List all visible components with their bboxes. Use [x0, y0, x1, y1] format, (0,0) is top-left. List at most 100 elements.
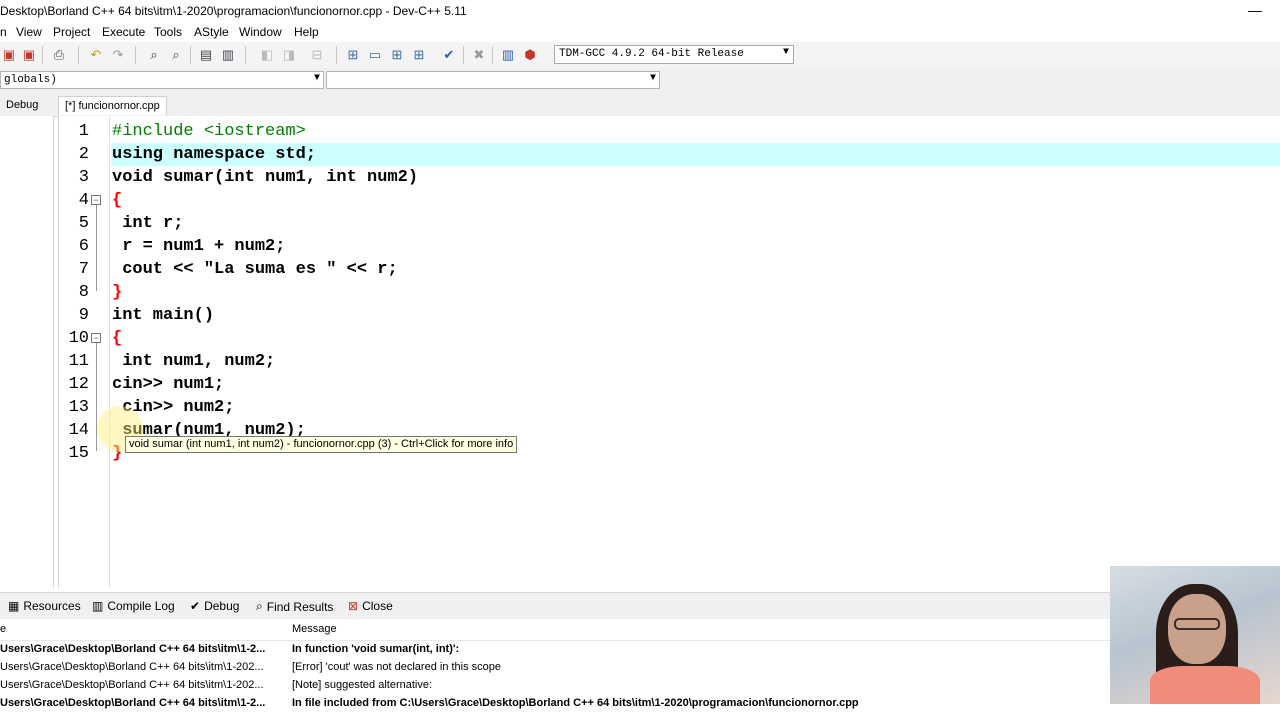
message-row[interactable]: Users\Grace\Desktop\Borland C++ 64 bits\… [0, 661, 1280, 679]
code-text: { [112, 329, 123, 348]
line-number: 5 [78, 214, 89, 233]
column-message[interactable]: Message [292, 623, 337, 635]
code-line-4: { [112, 189, 122, 212]
tab-close[interactable]: ⊠ Close [348, 599, 393, 613]
message-list-header: e Message [0, 620, 1280, 641]
find-icon[interactable]: ⌕ [145, 46, 163, 64]
toolbar-separator [42, 46, 43, 64]
compiler-select-value: TDM-GCC 4.9.2 64-bit Release [559, 48, 744, 60]
menu-window[interactable]: Window [239, 25, 282, 39]
code-line-7: cout << "La suma es " << r; [112, 258, 398, 281]
chevron-down-icon: ▼ [782, 47, 789, 58]
line-number: 14 [68, 421, 89, 440]
redo-icon[interactable]: ↷ [109, 46, 127, 64]
code-text: cout << "La suma es " << r; [112, 260, 398, 279]
menu-execute[interactable]: Execute [102, 25, 145, 39]
tab-compile-log[interactable]: ▥ Compile Log [92, 599, 175, 613]
code-hint-tooltip: void sumar (int num1, int num2) - funcio… [125, 436, 518, 453]
stop-execution-icon[interactable]: ✖ [470, 46, 488, 64]
message-row[interactable]: Users\Grace\Desktop\Borland C++ 64 bits\… [0, 697, 1280, 715]
menu-tools[interactable]: Tools [154, 25, 182, 39]
tab-label: Compile Log [107, 599, 175, 613]
unindent-icon[interactable]: ▥ [219, 46, 237, 64]
toolbar-separator [190, 46, 191, 64]
code-text: { [112, 191, 123, 210]
minimize-button[interactable]: — [1248, 2, 1262, 18]
presenter-shirt [1150, 666, 1260, 704]
message-text: In file included from C:\Users\Grace\Des… [292, 697, 859, 709]
toolbar-separator [245, 46, 246, 64]
profile-icon[interactable]: ▥ [499, 46, 517, 64]
line-number: 15 [68, 444, 89, 463]
chevron-down-icon: ▼ [649, 73, 656, 84]
bottom-panel-tabs: ▦ Resources ▥ Compile Log ✔ Debug ⌕ Find Res… [0, 592, 1280, 619]
message-file: Users\Grace\Desktop\Borland C++ 64 bits\… [0, 679, 264, 691]
scope-select[interactable]: globals) ▼ [0, 71, 324, 89]
toolbar-separator [336, 46, 337, 64]
tab-resources[interactable]: ▦ Resources [8, 599, 81, 613]
tab-file[interactable]: [*] funcionornor.cpp [58, 96, 167, 115]
line-number: 4 [78, 191, 89, 210]
run-icon[interactable]: ▭ [366, 46, 384, 64]
code-text: #include <iostream> [112, 122, 306, 141]
rebuild-icon[interactable]: ⊞ [410, 46, 428, 64]
code-line-10: { [112, 327, 122, 350]
toolbar-separator [78, 46, 79, 64]
compile-run-icon[interactable]: ⊞ [388, 46, 406, 64]
line-number: 11 [68, 352, 89, 371]
scope-select-value: globals) [4, 74, 57, 86]
grid-icon: ▦ [8, 599, 20, 613]
menu-help[interactable]: Help [294, 25, 319, 39]
print-icon[interactable]: ⎙ [50, 46, 68, 64]
indent-icon[interactable]: ▤ [197, 46, 215, 64]
fold-toggle-icon[interactable]: − [91, 333, 101, 343]
menu-left-edge[interactable]: n [0, 25, 7, 39]
tab-debug[interactable]: ✔ Debug [190, 599, 239, 613]
debug-icon[interactable]: ⬢ [521, 46, 539, 64]
line-number: 1 [78, 122, 89, 141]
webcam-overlay [1110, 566, 1280, 704]
member-select[interactable]: ▼ [326, 71, 660, 89]
tab-debug-left[interactable]: Debug [0, 96, 44, 115]
fold-toggle-icon[interactable]: − [91, 195, 101, 205]
tab-label: Close [362, 599, 393, 613]
message-row[interactable]: Users\Grace\Desktop\Borland C++ 64 bits\… [0, 679, 1280, 697]
line-number: 12 [68, 375, 89, 394]
code-line-1: #include <iostream> [112, 120, 306, 143]
check-syntax-icon[interactable]: ✔ [440, 46, 458, 64]
message-row[interactable]: Users\Grace\Desktop\Borland C++ 64 bits\… [0, 643, 1280, 661]
compile-icon[interactable]: ⊞ [344, 46, 362, 64]
message-file: Users\Grace\Desktop\Borland C++ 64 bits\… [0, 697, 266, 709]
message-text: [Note] suggested alternative: [292, 679, 433, 691]
code-text: int r; [112, 214, 184, 233]
menu-project[interactable]: Project [53, 25, 90, 39]
search-icon: ⌕ [256, 599, 263, 613]
close-icon: ⊠ [348, 599, 359, 613]
menu-bar: n View Project Execute Tools AStyle Wind… [0, 22, 1280, 42]
close-file-icon[interactable]: ▣ [0, 46, 18, 64]
undo-icon[interactable]: ↶ [87, 46, 105, 64]
bookmark-next-icon[interactable]: ◨ [280, 46, 298, 64]
tab-find-results[interactable]: ⌕ Find Results [256, 599, 333, 614]
line-number: 6 [78, 237, 89, 256]
close-all-icon[interactable]: ▣ [20, 46, 38, 64]
line-number: 13 [68, 398, 89, 417]
code-text: int main() [112, 306, 215, 325]
line-number: 2 [78, 145, 89, 164]
code-text: using namespace std; [112, 145, 317, 164]
code-text: void sumar(int num1, int num2) [112, 168, 419, 187]
code-text: cin>> num1; [112, 375, 225, 394]
compiler-select[interactable]: TDM-GCC 4.9.2 64-bit Release ▼ [554, 45, 794, 64]
tab-label: Resources [23, 599, 81, 613]
code-line-8: } [112, 281, 122, 304]
menu-astyle[interactable]: AStyle [194, 25, 229, 39]
code-editor[interactable]: 1 2 3 4 5 6 7 8 9 10 11 12 13 14 15 − − … [58, 116, 1280, 588]
line-number: 8 [78, 283, 89, 302]
replace-icon[interactable]: ⌕ [167, 46, 185, 64]
goto-line-icon[interactable]: ⊟ [308, 46, 326, 64]
bookmark-prev-icon[interactable]: ◧ [258, 46, 276, 64]
project-pane[interactable] [0, 116, 54, 588]
column-file[interactable]: e [0, 623, 6, 635]
menu-view[interactable]: View [16, 25, 42, 39]
chart-icon: ▥ [92, 599, 104, 613]
